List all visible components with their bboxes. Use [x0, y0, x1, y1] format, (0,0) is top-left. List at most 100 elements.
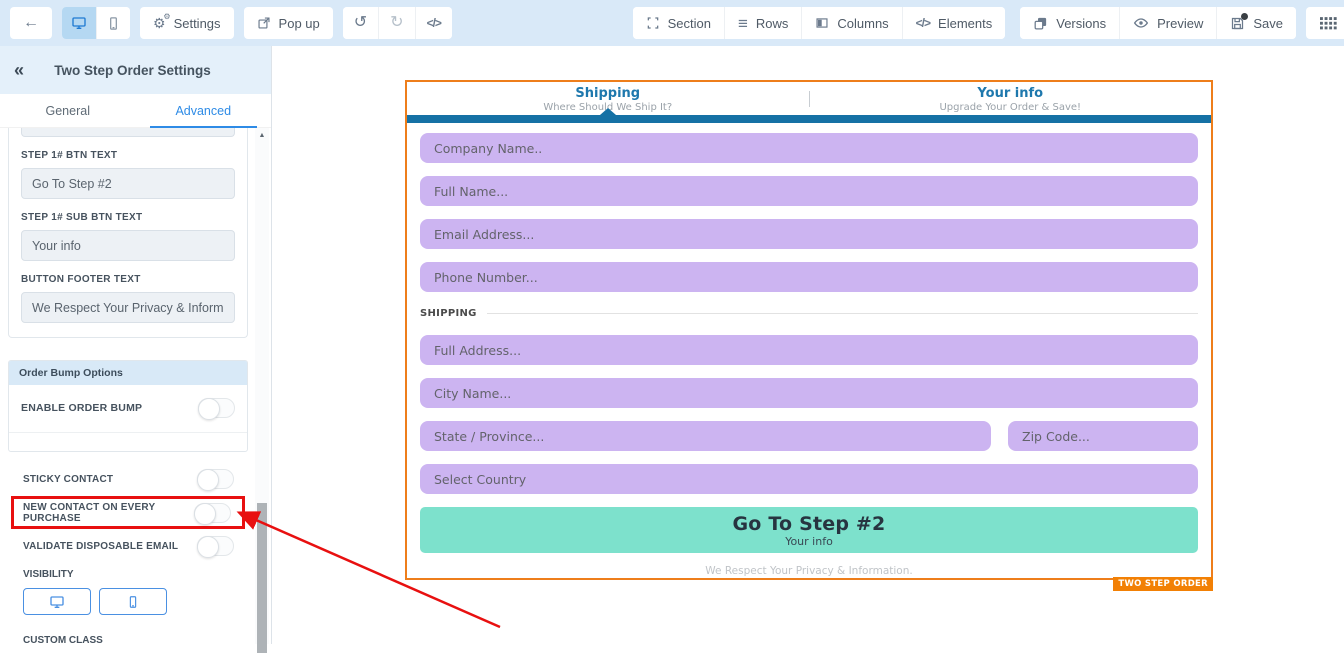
visibility-mobile-button[interactable]	[99, 588, 167, 615]
toggle-label: VALIDATE DISPOSABLE EMAIL	[23, 541, 178, 552]
validate-email-row: VALIDATE DISPOSABLE EMAIL	[8, 531, 248, 561]
mobile-view-button[interactable]	[96, 7, 130, 39]
section-button[interactable]: Section	[633, 7, 724, 39]
redo-button[interactable]: ↻	[378, 7, 414, 39]
full-name-input[interactable]	[420, 176, 1198, 206]
rows-label: Rows	[756, 16, 789, 31]
tab-advanced[interactable]: Advanced	[136, 94, 272, 127]
unsaved-dot-icon	[1241, 13, 1248, 20]
elements-icon: </>	[916, 16, 930, 30]
go-to-step2-button[interactable]: Go To Step #2 Your info	[420, 507, 1198, 553]
section-label: Section	[668, 16, 711, 31]
top-toolbar: ← ⚙⚙ Settings Pop up ↺ ↻ </> Section	[0, 0, 1344, 46]
step1-settings-card: STEP 1# BTN TEXT STEP 1# SUB BTN TEXT BU…	[8, 128, 248, 338]
shipping-label: SHIPPING	[420, 308, 477, 319]
collapse-sidebar-icon[interactable]: «	[14, 60, 24, 81]
new-contact-row: NEW CONTACT ON EVERY PURCHASE	[14, 499, 242, 526]
redo-icon: ↻	[390, 15, 403, 31]
new-contact-toggle[interactable]	[194, 503, 231, 523]
order-bump-card: Order Bump Options ENABLE ORDER BUMP	[8, 360, 248, 452]
back-arrow-icon: ←	[23, 15, 39, 31]
zip-code-input[interactable]	[1008, 421, 1198, 451]
save-button[interactable]: Save	[1216, 7, 1296, 39]
privacy-footer-text: We Respect Your Privacy & Information.	[420, 565, 1198, 577]
email-address-input[interactable]	[420, 219, 1198, 249]
order-bump-header: Order Bump Options	[9, 361, 247, 385]
versions-button[interactable]: Versions	[1020, 7, 1119, 39]
toggle-label: NEW CONTACT ON EVERY PURCHASE	[23, 502, 194, 524]
step1-btn-text-input[interactable]	[21, 168, 235, 199]
form-step-tabs: Shipping Where Should We Ship It? Your i…	[407, 82, 1211, 115]
visibility-desktop-button[interactable]	[23, 588, 91, 615]
country-select-value: Select Country	[434, 472, 526, 487]
state-province-input[interactable]	[420, 421, 991, 451]
active-step-pointer-icon	[600, 108, 616, 115]
custom-class-label: CUSTOM CLASS	[8, 635, 248, 644]
cropped-input[interactable]	[21, 128, 235, 137]
country-select[interactable]: Select Country	[420, 464, 1198, 494]
sticky-contact-toggle[interactable]	[197, 469, 234, 489]
preview-button[interactable]: Preview	[1119, 7, 1216, 39]
scrollbar-thumb[interactable]	[257, 503, 267, 653]
step-progress-bar	[407, 115, 1211, 123]
annotation-highlight-box: NEW CONTACT ON EVERY PURCHASE	[11, 496, 245, 529]
order-bump-spacer	[9, 433, 247, 451]
field-label: STEP 1# SUB BTN TEXT	[21, 212, 235, 223]
undo-button[interactable]: ↺	[343, 7, 378, 39]
versions-label: Versions	[1056, 16, 1106, 31]
validate-disposable-email-toggle[interactable]	[197, 536, 234, 556]
code-button[interactable]: </>	[415, 7, 452, 39]
shipping-section-divider: SHIPPING	[420, 308, 1198, 319]
field-label: BUTTON FOOTER TEXT	[21, 274, 235, 285]
step-title: Your info	[810, 86, 1212, 101]
save-label: Save	[1253, 16, 1283, 31]
grid-menu-button[interactable]	[1306, 7, 1344, 39]
full-address-input[interactable]	[420, 335, 1198, 365]
mobile-icon	[106, 16, 121, 31]
columns-button[interactable]: Columns	[801, 7, 901, 39]
mobile-icon	[126, 595, 140, 609]
desktop-icon	[71, 15, 87, 31]
submit-subtitle: Your info	[785, 535, 833, 548]
city-name-input[interactable]	[420, 378, 1198, 408]
divider-line	[487, 313, 1198, 314]
popup-button[interactable]: Pop up	[244, 7, 333, 39]
two-step-order-form: Shipping Where Should We Ship It? Your i…	[405, 80, 1213, 580]
settings-sidebar: « Two Step Order Settings General Advanc…	[0, 46, 272, 644]
gears-icon: ⚙⚙	[153, 16, 166, 30]
popup-icon	[257, 16, 271, 30]
enable-order-bump-row: ENABLE ORDER BUMP	[9, 385, 247, 433]
tab-general[interactable]: General	[0, 94, 136, 127]
sidebar-content: STEP 1# BTN TEXT STEP 1# SUB BTN TEXT BU…	[0, 128, 248, 644]
company-name-input[interactable]	[420, 133, 1198, 163]
preview-label: Preview	[1157, 16, 1203, 31]
popup-label: Pop up	[279, 16, 320, 31]
two-step-order-badge: TWO STEP ORDER	[1113, 577, 1213, 591]
versions-icon	[1033, 16, 1048, 31]
sidebar-title: Two Step Order Settings	[24, 63, 241, 78]
button-footer-text-input[interactable]	[21, 292, 235, 323]
toggle-label: ENABLE ORDER BUMP	[21, 402, 142, 414]
code-icon: </>	[427, 16, 441, 30]
step1-sub-btn-text-input[interactable]	[21, 230, 235, 261]
scroll-up-arrow-icon[interactable]: ▲	[255, 128, 269, 142]
sidebar-header: « Two Step Order Settings	[0, 46, 271, 94]
sidebar-tabs: General Advanced	[0, 94, 271, 128]
elements-label: Elements	[938, 16, 992, 31]
step-tab-your-info[interactable]: Your info Upgrade Your Order & Save!	[810, 82, 1212, 115]
submit-title: Go To Step #2	[733, 513, 886, 535]
enable-order-bump-toggle[interactable]	[198, 398, 235, 418]
settings-button[interactable]: ⚙⚙ Settings	[140, 7, 234, 39]
desktop-view-button[interactable]	[62, 7, 96, 39]
state-zip-row	[420, 421, 1198, 464]
phone-number-input[interactable]	[420, 262, 1198, 292]
visibility-buttons	[8, 588, 248, 615]
desktop-icon	[49, 594, 65, 610]
rows-button[interactable]: ≡ Rows	[724, 7, 801, 39]
editor-canvas: Shipping Where Should We Ship It? Your i…	[273, 46, 1344, 644]
sidebar-scrollbar[interactable]: ▲	[255, 128, 269, 644]
step-title: Shipping	[407, 86, 809, 101]
elements-button[interactable]: </> Elements	[902, 7, 1006, 39]
sticky-contact-row: STICKY CONTACT	[8, 464, 248, 494]
back-button[interactable]: ←	[10, 7, 52, 39]
